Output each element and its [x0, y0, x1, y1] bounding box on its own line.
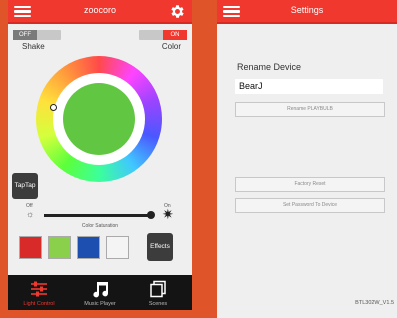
taptap-button[interactable]: TapTap [12, 173, 38, 199]
factory-reset-button[interactable]: Factory Reset [235, 177, 385, 192]
color-saturation-label: Color Saturation [81, 223, 119, 229]
rename-button[interactable]: Rename PLAYBULB [235, 102, 385, 117]
music-note-icon [93, 282, 109, 298]
color-toggle[interactable]: ON [139, 30, 187, 40]
rename-device-heading: Rename Device [237, 62, 302, 72]
color-swatch-green[interactable] [48, 236, 71, 259]
shake-toggle-state: OFF [13, 30, 37, 40]
shake-label: Shake [22, 42, 45, 51]
scenes-icon [150, 280, 166, 298]
light-control-screen: zoocoro OFF Shake ON Color TapTap Off On… [8, 0, 192, 310]
color-swatch-blue[interactable] [77, 236, 100, 259]
tab-scenes[interactable]: Scenes [129, 275, 187, 310]
brightness-high-icon: ✷ [162, 206, 174, 222]
color-toggle-state: ON [163, 30, 187, 40]
settings-screen: Settings Rename Device BearJ Rename PLAY… [217, 0, 397, 318]
tab-light-control[interactable]: Light Control [10, 275, 68, 310]
bottom-tab-bar: Light Control Music Player Scenes [8, 275, 192, 310]
effects-button[interactable]: Effects [147, 233, 173, 261]
sliders-icon [31, 281, 47, 297]
tab-label: Scenes [148, 301, 168, 307]
brightness-slider-thumb[interactable] [146, 211, 155, 219]
shake-toggle[interactable]: OFF [13, 30, 61, 40]
brightness-slider[interactable] [44, 214, 154, 217]
header-divider [217, 22, 397, 24]
version-label: BTL302W_V1.5 [355, 300, 394, 306]
set-password-button[interactable]: Set Password To Device [235, 198, 385, 213]
device-name-input[interactable]: BearJ [235, 79, 383, 94]
tab-music-player[interactable]: Music Player [71, 275, 129, 310]
color-wheel[interactable] [36, 56, 162, 182]
tab-label: Music Player [84, 301, 116, 307]
app-header: Settings [217, 0, 397, 22]
color-swatch-white[interactable] [106, 236, 129, 259]
gear-icon[interactable] [169, 3, 186, 20]
app-header: zoocoro [8, 0, 192, 22]
color-label: Color [161, 42, 181, 51]
header-divider [8, 22, 192, 24]
selected-color-preview [63, 83, 135, 155]
color-swatch-red[interactable] [19, 236, 42, 259]
app-title: zoocoro [83, 5, 117, 15]
brightness-low-icon: ☼ [26, 209, 35, 219]
color-picker-handle[interactable] [50, 104, 57, 111]
page-title: Settings [290, 5, 324, 15]
tab-label: Light Control [23, 301, 55, 307]
